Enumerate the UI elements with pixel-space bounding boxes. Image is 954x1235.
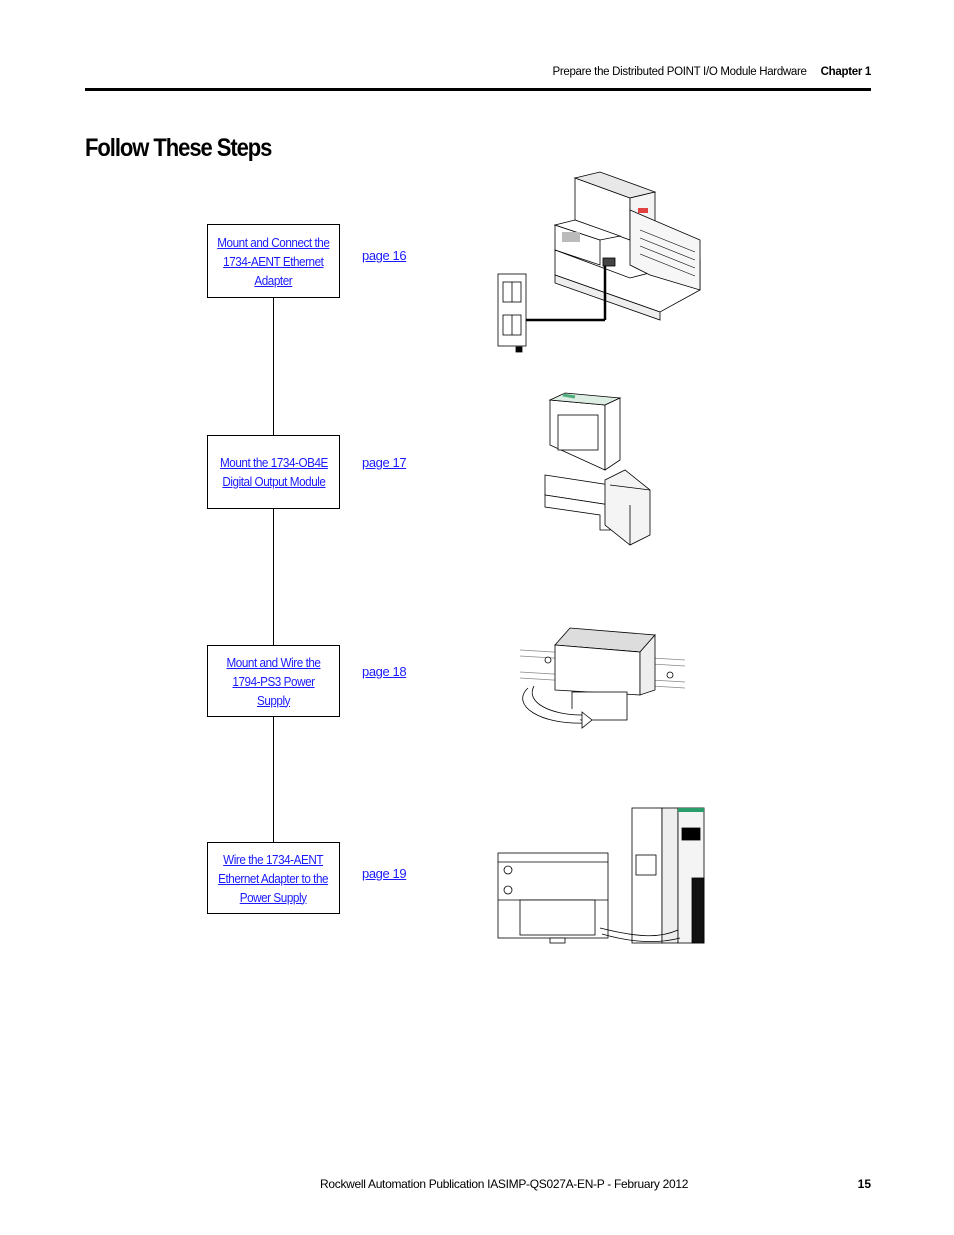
page-16-link[interactable]: page 16 [362,248,407,263]
flow-connector [273,716,275,843]
ob4e-module-illustration [544,392,651,546]
flow-connector [273,297,275,436]
step-link-mount-wire-ps3[interactable]: Mount and Wire the 1794-PS3 Power Supply [215,653,333,710]
step-link-mount-ob4e[interactable]: Mount the 1734-OB4E Digital Output Modul… [220,453,328,491]
page-number: 15 [857,1177,871,1191]
section-title: Prepare the Distributed POINT I/O Module… [552,66,807,78]
step-link-wire-aent-power[interactable]: Wire the 1734-AENT Ethernet Adapter to t… [219,850,329,907]
step-box-2: Mount the 1734-OB4E Digital Output Modul… [207,435,340,509]
page-17-link[interactable]: page 17 [362,455,407,470]
page-19-link[interactable]: page 19 [362,866,407,881]
flow-connector [273,508,275,646]
step-box-4: Wire the 1734-AENT Ethernet Adapter to t… [207,842,340,914]
chapter-label: Chapter 1 [820,66,872,78]
step-link-mount-connect-aent[interactable]: Mount and Connect the 1734-AENT Ethernet… [217,233,330,290]
running-header: Prepare the Distributed POINT I/O Module… [520,66,871,78]
footer-publication: Rockwell Automation Publication IASIMP-Q… [320,1177,689,1191]
step-box-3: Mount and Wire the 1794-PS3 Power Supply [207,645,340,717]
ps-to-adapter-wiring-illustration [497,807,705,944]
page-18-link[interactable]: page 18 [362,664,407,679]
step-box-1: Mount and Connect the 1734-AENT Ethernet… [207,224,340,298]
aent-adapter-illustration [497,171,701,353]
header-rule [85,88,871,91]
ps3-power-supply-illustration [519,627,686,729]
page-title: Follow These Steps [85,134,272,162]
